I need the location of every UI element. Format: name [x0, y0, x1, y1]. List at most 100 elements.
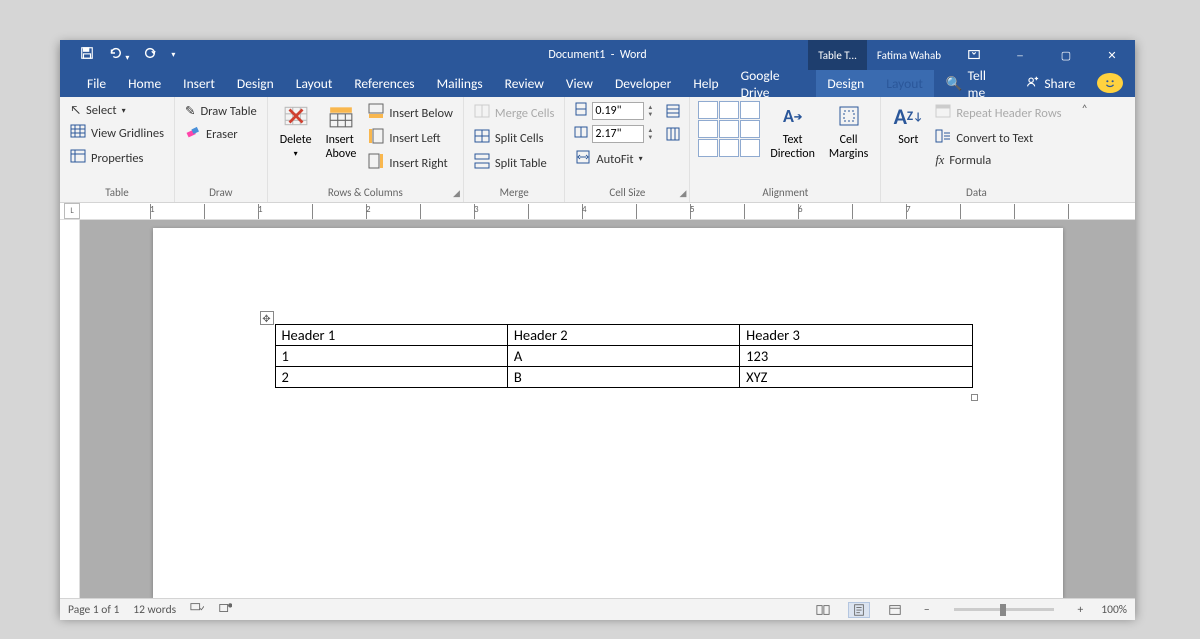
autofit-button[interactable]: AutoFit▾: [573, 147, 659, 171]
rows-cols-launcher[interactable]: ◢: [453, 188, 460, 199]
tab-design[interactable]: Design: [226, 70, 285, 97]
insert-above-button[interactable]: InsertAbove: [322, 101, 361, 161]
properties-button[interactable]: Properties: [68, 146, 166, 170]
zoom-level[interactable]: 100%: [1101, 603, 1127, 617]
page-indicator[interactable]: Page 1 of 1: [68, 603, 119, 617]
table-move-handle[interactable]: ✥: [260, 311, 274, 325]
distribute-rows-button[interactable]: [665, 103, 681, 123]
tab-table-layout[interactable]: Layout: [875, 70, 934, 97]
save-icon[interactable]: [80, 46, 94, 65]
split-cells-icon: [474, 128, 490, 148]
insert-left-button[interactable]: Insert Left: [366, 126, 455, 150]
tab-selector[interactable]: L: [64, 203, 80, 219]
collapse-ribbon-button[interactable]: ˄: [1072, 97, 1098, 202]
delete-button[interactable]: Delete▾: [276, 101, 316, 159]
eraser-button[interactable]: Eraser: [183, 122, 259, 146]
feedback-smiley-icon[interactable]: [1097, 73, 1123, 93]
properties-icon: [70, 148, 86, 168]
ribbon: ↖Select▾ View Gridlines Properties Table…: [60, 97, 1135, 203]
table-cell[interactable]: A: [507, 346, 739, 367]
convert-to-text-button[interactable]: Convert to Text: [933, 126, 1063, 150]
align-mr[interactable]: [740, 120, 760, 138]
table-cell[interactable]: 2: [275, 367, 507, 388]
document-table[interactable]: Header 1 Header 2 Header 3 1 A 123 2 B X…: [275, 324, 973, 388]
table-tools-tab[interactable]: Table T...: [808, 40, 867, 70]
align-tl[interactable]: [698, 101, 718, 119]
split-table-button[interactable]: Split Table: [472, 151, 556, 175]
col-width-input[interactable]: ▲▼: [573, 124, 659, 144]
tell-me-search[interactable]: 🔍 Tell me: [934, 70, 1014, 97]
search-icon: 🔍: [946, 75, 963, 92]
formula-button[interactable]: fxFormula: [933, 151, 1063, 170]
web-layout-button[interactable]: [884, 602, 906, 618]
split-cells-button[interactable]: Split Cells: [472, 126, 556, 150]
zoom-out-button[interactable]: −: [920, 603, 934, 617]
word-count[interactable]: 12 words: [133, 603, 176, 617]
spell-check-icon[interactable]: [190, 601, 204, 619]
tab-developer[interactable]: Developer: [604, 70, 682, 97]
tab-table-design[interactable]: Design: [816, 70, 875, 97]
insert-below-button[interactable]: Insert Below: [366, 101, 455, 125]
horizontal-ruler[interactable]: L 1 1 2 3 4 5 6 7: [60, 203, 1135, 220]
close-button[interactable]: ✕: [1089, 40, 1135, 70]
customize-qat-icon[interactable]: ▾: [171, 50, 175, 60]
view-gridlines-button[interactable]: View Gridlines: [68, 121, 166, 145]
align-ml[interactable]: [698, 120, 718, 138]
sort-button[interactable]: AZ↓ Sort: [889, 101, 927, 147]
page-area[interactable]: ✥ Header 1 Header 2 Header 3 1 A 123 2 B: [80, 220, 1135, 598]
tab-review[interactable]: Review: [494, 70, 555, 97]
cell-size-launcher[interactable]: ◢: [679, 188, 686, 199]
vertical-ruler[interactable]: [60, 220, 80, 598]
tab-layout[interactable]: Layout: [285, 70, 344, 97]
group-rows-columns: Delete▾ InsertAbove Insert Below Insert …: [268, 97, 464, 202]
group-data: AZ↓ Sort Repeat Header Rows Convert to T…: [881, 97, 1071, 202]
tab-google-drive[interactable]: Google Drive: [730, 70, 817, 97]
tab-help[interactable]: Help: [682, 70, 729, 97]
distribute-cols-button[interactable]: [665, 126, 681, 146]
group-label-merge: Merge: [472, 183, 556, 202]
cell-margins-button[interactable]: CellMargins: [825, 101, 872, 161]
tab-file[interactable]: File: [76, 70, 117, 97]
tab-view[interactable]: View: [555, 70, 604, 97]
insert-right-button[interactable]: Insert Right: [366, 151, 455, 175]
print-layout-button[interactable]: [848, 602, 870, 618]
group-table: ↖Select▾ View Gridlines Properties Table: [60, 97, 175, 202]
insert-right-icon: [368, 153, 384, 173]
ribbon-display-icon[interactable]: [951, 40, 997, 70]
table-cell[interactable]: XYZ: [740, 367, 972, 388]
align-tc[interactable]: [719, 101, 739, 119]
table-cell[interactable]: Header 3: [740, 325, 972, 346]
undo-icon[interactable]: ▾: [108, 46, 129, 65]
table-resize-handle[interactable]: [971, 394, 978, 401]
align-bl[interactable]: [698, 139, 718, 157]
align-bc[interactable]: [719, 139, 739, 157]
redo-icon[interactable]: [143, 46, 157, 65]
zoom-slider[interactable]: [954, 608, 1054, 611]
macro-record-icon[interactable]: [218, 601, 232, 619]
align-mc[interactable]: [719, 120, 739, 138]
minimize-button[interactable]: ─: [997, 40, 1043, 70]
read-mode-button[interactable]: [812, 602, 834, 618]
cell-margins-icon: [834, 101, 864, 131]
table-cell[interactable]: Header 2: [507, 325, 739, 346]
align-tr[interactable]: [740, 101, 760, 119]
document-page[interactable]: ✥ Header 1 Header 2 Header 3 1 A 123 2 B: [153, 228, 1063, 598]
tab-mailings[interactable]: Mailings: [426, 70, 494, 97]
tab-home[interactable]: Home: [117, 70, 172, 97]
tab-references[interactable]: References: [343, 70, 425, 97]
draw-table-button[interactable]: ✎Draw Table: [183, 101, 259, 121]
text-direction-button[interactable]: A➔ TextDirection: [766, 101, 819, 161]
zoom-in-button[interactable]: +: [1074, 603, 1088, 617]
maximize-button[interactable]: ▢: [1043, 40, 1089, 70]
user-name[interactable]: Fatima Wahab: [867, 40, 951, 70]
table-cell[interactable]: 123: [740, 346, 972, 367]
align-br[interactable]: [740, 139, 760, 157]
convert-text-icon: [935, 128, 951, 148]
table-cell[interactable]: Header 1: [275, 325, 507, 346]
table-cell[interactable]: B: [507, 367, 739, 388]
share-button[interactable]: Share: [1013, 70, 1087, 97]
row-height-input[interactable]: ▲▼: [573, 101, 659, 121]
table-cell[interactable]: 1: [275, 346, 507, 367]
select-button[interactable]: ↖Select▾: [68, 101, 166, 120]
tab-insert[interactable]: Insert: [172, 70, 226, 97]
